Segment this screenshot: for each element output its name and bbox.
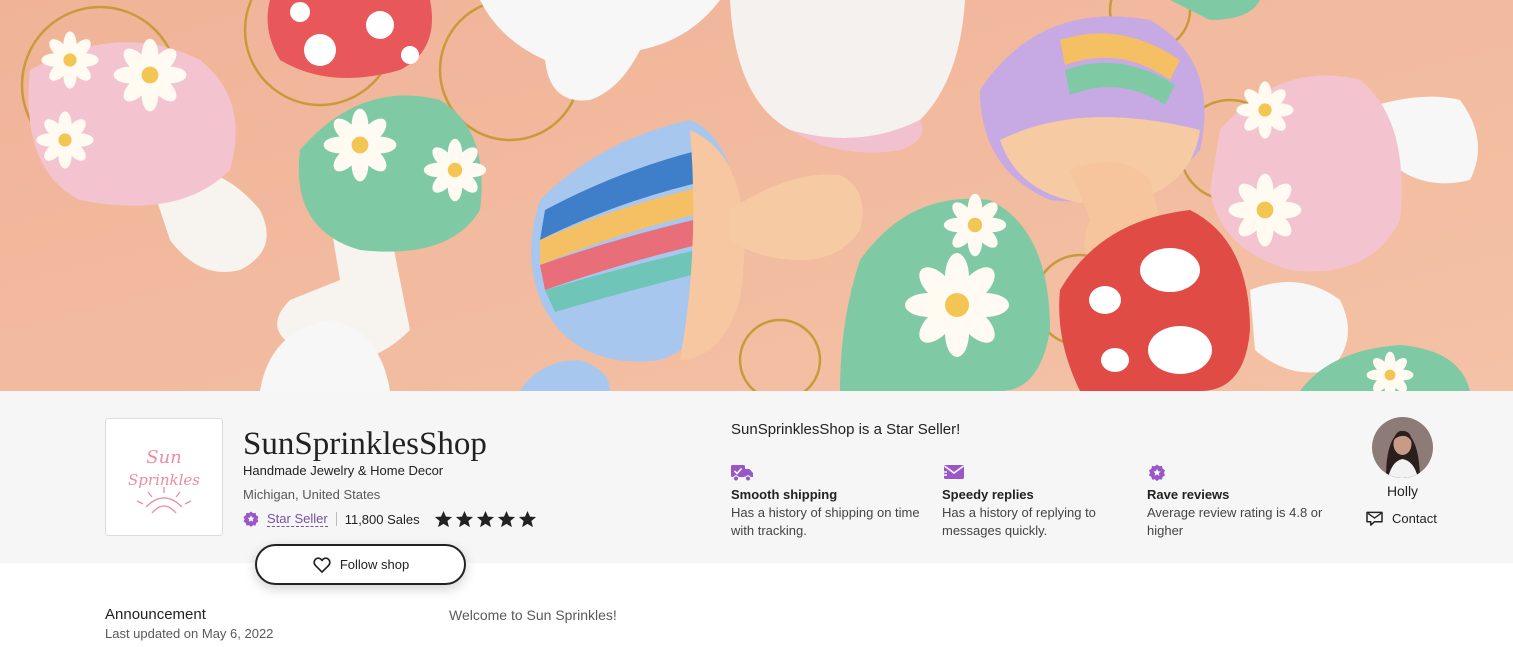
sales-count: 11,800 Sales bbox=[344, 511, 420, 527]
contact-label: Contact bbox=[1392, 511, 1437, 526]
shop-banner-image bbox=[0, 0, 1513, 391]
meta-divider bbox=[335, 512, 337, 526]
perk-description: Has a history of shipping on time with t… bbox=[731, 505, 920, 538]
follow-shop-button[interactable]: Follow shop bbox=[255, 544, 466, 585]
perk-title: Rave reviews bbox=[1147, 487, 1230, 502]
announcement-updated-date: Last updated on May 6, 2022 bbox=[105, 626, 274, 641]
shop-name: SunSprinklesShop bbox=[243, 426, 487, 462]
perk-description: Has a history of replying to messages qu… bbox=[942, 505, 1096, 538]
star-icon bbox=[476, 510, 494, 527]
perk-speedy-replies: Speedy replies Has a history of replying… bbox=[942, 464, 1132, 540]
perk-rave-reviews: Rave reviews Average review rating is 4.… bbox=[1147, 464, 1337, 540]
mushroom-earrings-illustration bbox=[0, 0, 1513, 391]
truck-icon bbox=[731, 465, 753, 482]
owner-avatar[interactable] bbox=[1372, 417, 1433, 478]
star-icon bbox=[518, 510, 536, 527]
svg-text:Sprinkles: Sprinkles bbox=[128, 471, 200, 489]
svg-text:Sun: Sun bbox=[146, 447, 182, 468]
perk-smooth-shipping: Smooth shipping Has a history of shippin… bbox=[731, 464, 921, 540]
announcement-title: Announcement bbox=[105, 606, 206, 623]
heart-icon bbox=[313, 556, 331, 573]
star-seller-badge-icon bbox=[243, 511, 259, 527]
message-icon bbox=[1366, 511, 1383, 526]
star-seller-link[interactable]: Star Seller bbox=[267, 511, 328, 527]
star-icon bbox=[434, 510, 452, 527]
star-icon bbox=[455, 510, 473, 527]
shop-tagline: Handmade Jewelry & Home Decor bbox=[243, 463, 444, 478]
shop-logo[interactable]: Sun Sprinkles bbox=[105, 418, 223, 536]
envelope-icon bbox=[942, 465, 964, 479]
rating-stars[interactable] bbox=[434, 510, 537, 529]
shop-location: Michigan, United States bbox=[243, 487, 381, 502]
owner-photo bbox=[1372, 417, 1433, 478]
sun-sprinkles-logo-icon: Sun Sprinkles bbox=[128, 447, 200, 514]
follow-shop-label: Follow shop bbox=[339, 557, 410, 572]
star-icon bbox=[497, 510, 515, 527]
owner-name: Holly bbox=[1386, 483, 1419, 499]
shop-meta-row: Star Seller 11,800 Sales bbox=[243, 509, 537, 529]
star-badge-icon bbox=[1149, 464, 1165, 482]
announcement-message: Welcome to Sun Sprinkles! bbox=[449, 607, 617, 623]
perk-title: Smooth shipping bbox=[731, 487, 838, 502]
perk-title: Speedy replies bbox=[942, 487, 1034, 502]
contact-owner-button[interactable]: Contact bbox=[1366, 511, 1437, 526]
star-seller-headline: SunSprinklesShop is a Star Seller! bbox=[731, 421, 961, 438]
perk-description: Average review rating is 4.8 or higher bbox=[1147, 505, 1323, 538]
